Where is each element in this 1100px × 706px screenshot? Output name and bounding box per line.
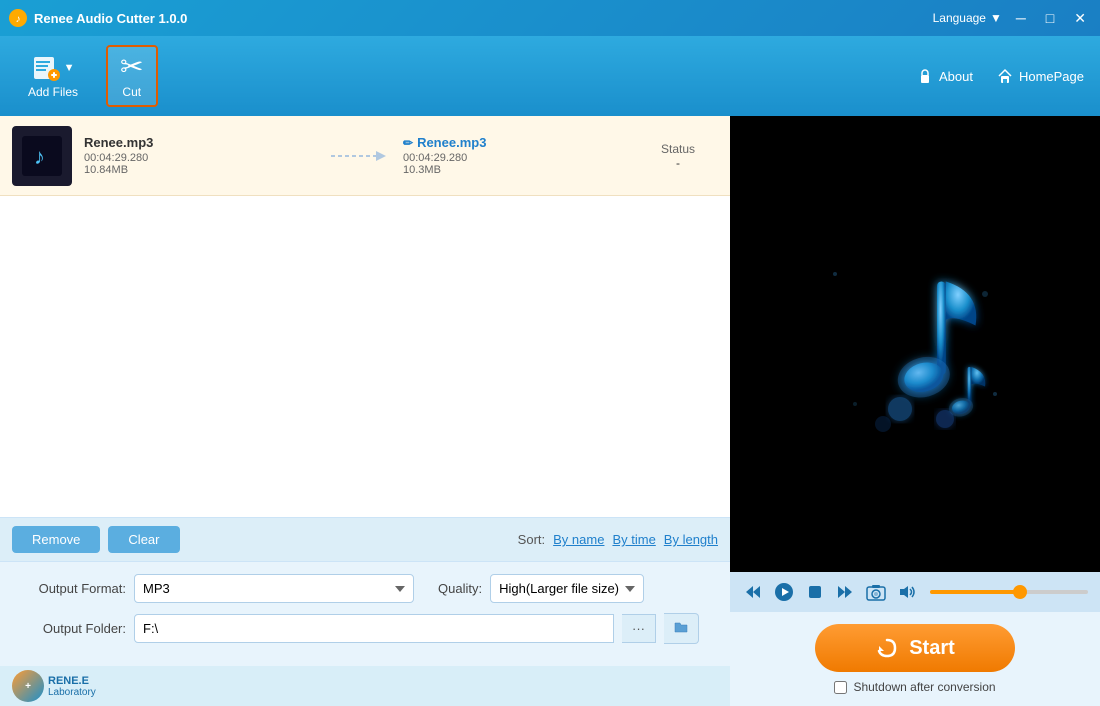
close-button[interactable]: ✕ <box>1068 8 1092 29</box>
status-value: - <box>638 156 718 170</box>
svg-text:♪: ♪ <box>34 144 45 169</box>
brand-logo: + <box>12 670 44 702</box>
window-controls: ─ □ ✕ <box>1010 8 1092 29</box>
output-settings: Output Format: MP3 AAC WAV FLAC Quality:… <box>0 561 730 666</box>
player-controls <box>730 572 1100 612</box>
format-label: Output Format: <box>16 581 126 596</box>
folder-icon <box>674 620 688 634</box>
file-name: Renee.mp3 <box>84 135 319 150</box>
folder-input[interactable] <box>134 614 614 643</box>
brand-text: RENE.E Laboratory <box>48 675 96 698</box>
play-button[interactable] <box>772 580 796 604</box>
shutdown-row: Shutdown after conversion <box>834 680 995 694</box>
language-dropdown-icon: ▼ <box>990 11 1002 25</box>
homepage-button[interactable]: HomePage <box>997 68 1084 84</box>
refresh-icon <box>875 636 899 660</box>
start-area: Start Shutdown after conversion <box>730 612 1100 706</box>
app-logo: ♪ <box>8 8 28 28</box>
about-label: About <box>939 69 973 84</box>
language-button[interactable]: Language ▼ <box>925 9 1010 27</box>
toolbar-right: About HomePage <box>917 68 1084 84</box>
next-button[interactable] <box>834 581 856 603</box>
table-row: ♪ Renee.mp3 00:04:29.280 10.84MB ✏ <box>0 116 730 196</box>
lock-icon <box>917 68 933 84</box>
sort-controls: Sort: By name By time By length <box>518 532 718 547</box>
home-icon <box>997 68 1013 84</box>
volume-thumb <box>1013 585 1027 599</box>
title-bar: ♪ Renee Audio Cutter 1.0.0 Language ▼ ─ … <box>0 0 1100 36</box>
music-preview-icon <box>805 234 1025 454</box>
format-row: Output Format: MP3 AAC WAV FLAC Quality:… <box>16 574 714 603</box>
shutdown-checkbox[interactable] <box>834 681 847 694</box>
status-label: Status <box>638 142 718 156</box>
app-title: Renee Audio Cutter 1.0.0 <box>34 11 925 26</box>
prev-icon <box>744 583 762 601</box>
add-files-label: Add Files <box>28 85 78 99</box>
start-button[interactable]: Start <box>815 624 1015 672</box>
add-files-button[interactable]: ▼ Add Files <box>16 47 90 105</box>
file-status: Status - <box>638 142 718 170</box>
left-panel: ♪ Renee.mp3 00:04:29.280 10.84MB ✏ <box>0 116 730 706</box>
remove-button[interactable]: Remove <box>12 526 100 553</box>
format-select[interactable]: MP3 AAC WAV FLAC <box>134 574 414 603</box>
maximize-button[interactable]: □ <box>1040 8 1060 29</box>
file-info: Renee.mp3 00:04:29.280 10.84MB <box>84 135 319 176</box>
bottom-brand: + RENE.E Laboratory <box>0 666 730 706</box>
camera-icon <box>866 583 886 601</box>
about-button[interactable]: About <box>917 68 973 84</box>
sort-label: Sort: <box>518 532 545 547</box>
file-controls: Remove Clear Sort: By name By time By le… <box>0 518 730 561</box>
volume-button[interactable] <box>896 581 918 603</box>
arrow-separator <box>331 146 391 166</box>
svg-text:♪: ♪ <box>16 14 21 25</box>
cut-label: Cut <box>122 85 141 99</box>
language-label: Language <box>933 11 986 25</box>
file-output-duration: 00:04:29.280 <box>403 152 638 164</box>
file-output-name: ✏ Renee.mp3 <box>403 135 638 150</box>
prev-button[interactable] <box>742 581 764 603</box>
stop-button[interactable] <box>804 581 826 603</box>
sort-by-name-button[interactable]: By name <box>553 532 604 547</box>
screenshot-button[interactable] <box>864 581 888 603</box>
next-icon <box>836 583 854 601</box>
main-area: ♪ Renee.mp3 00:04:29.280 10.84MB ✏ <box>0 116 1100 706</box>
quality-select[interactable]: High(Larger file size) Medium Low <box>490 574 644 603</box>
file-list: ♪ Renee.mp3 00:04:29.280 10.84MB ✏ <box>0 116 730 518</box>
folder-label: Output Folder: <box>16 621 126 636</box>
open-folder-button[interactable] <box>664 613 699 644</box>
minimize-button[interactable]: ─ <box>1010 8 1032 29</box>
start-label: Start <box>909 637 955 660</box>
toolbar: ▼ Add Files ✂ Cut About HomePage <box>0 36 1100 116</box>
file-output-size: 10.3MB <box>403 164 638 176</box>
browse-button[interactable]: ··· <box>622 614 656 643</box>
arrow-icon <box>331 146 391 166</box>
right-panel: Start Shutdown after conversion <box>730 116 1100 706</box>
volume-icon <box>898 583 916 601</box>
play-icon <box>774 582 794 602</box>
stop-icon <box>806 583 824 601</box>
clear-button[interactable]: Clear <box>108 526 179 553</box>
file-size: 10.84MB <box>84 164 319 176</box>
scissors-icon: ✂ <box>120 53 143 81</box>
cut-button[interactable]: ✂ Cut <box>106 45 157 107</box>
sort-by-length-button[interactable]: By length <box>664 532 718 547</box>
file-thumbnail: ♪ <box>12 126 72 186</box>
edit-icon: ✏ <box>403 136 413 150</box>
add-files-icon <box>32 53 60 81</box>
folder-row: Output Folder: ··· <box>16 613 714 644</box>
preview-area <box>730 116 1100 572</box>
brand-name: RENE.E <box>48 675 96 687</box>
quality-label: Quality: <box>438 581 482 596</box>
sort-by-time-button[interactable]: By time <box>612 532 655 547</box>
homepage-label: HomePage <box>1019 69 1084 84</box>
music-note-icon: ♪ <box>22 136 62 176</box>
shutdown-label: Shutdown after conversion <box>853 680 995 694</box>
file-output-info: ✏ Renee.mp3 00:04:29.280 10.3MB <box>403 135 638 176</box>
brand-subtitle: Laboratory <box>48 687 96 698</box>
file-duration: 00:04:29.280 <box>84 152 319 164</box>
volume-slider[interactable] <box>930 590 1088 594</box>
